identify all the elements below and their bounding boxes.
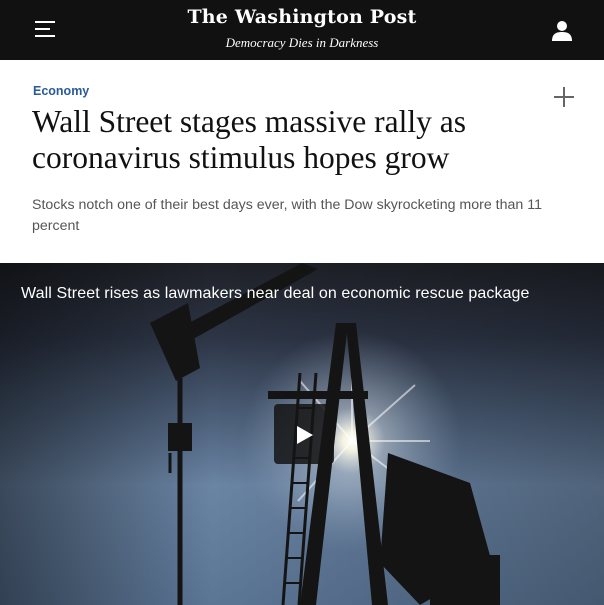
video-title: Wall Street rises as lawmakers near deal… <box>21 285 530 302</box>
tagline: Democracy Dies in Darkness <box>225 35 379 50</box>
top-navigation-bar: The Washington Post Democracy Dies in Da… <box>0 0 604 60</box>
section-link[interactable]: Economy <box>33 84 89 98</box>
video-player[interactable]: Wall Street rises as lawmakers near deal… <box>0 263 604 605</box>
masthead-logo[interactable]: The Washington Post <box>0 6 604 28</box>
article-headline: Wall Street stages massive rally as coro… <box>32 104 466 175</box>
user-icon[interactable] <box>551 20 573 42</box>
article-header: Economy Wall Street stages massive rally… <box>0 60 604 263</box>
play-icon[interactable] <box>274 404 334 464</box>
article-subheadline: Stocks notch one of their best days ever… <box>32 197 542 234</box>
